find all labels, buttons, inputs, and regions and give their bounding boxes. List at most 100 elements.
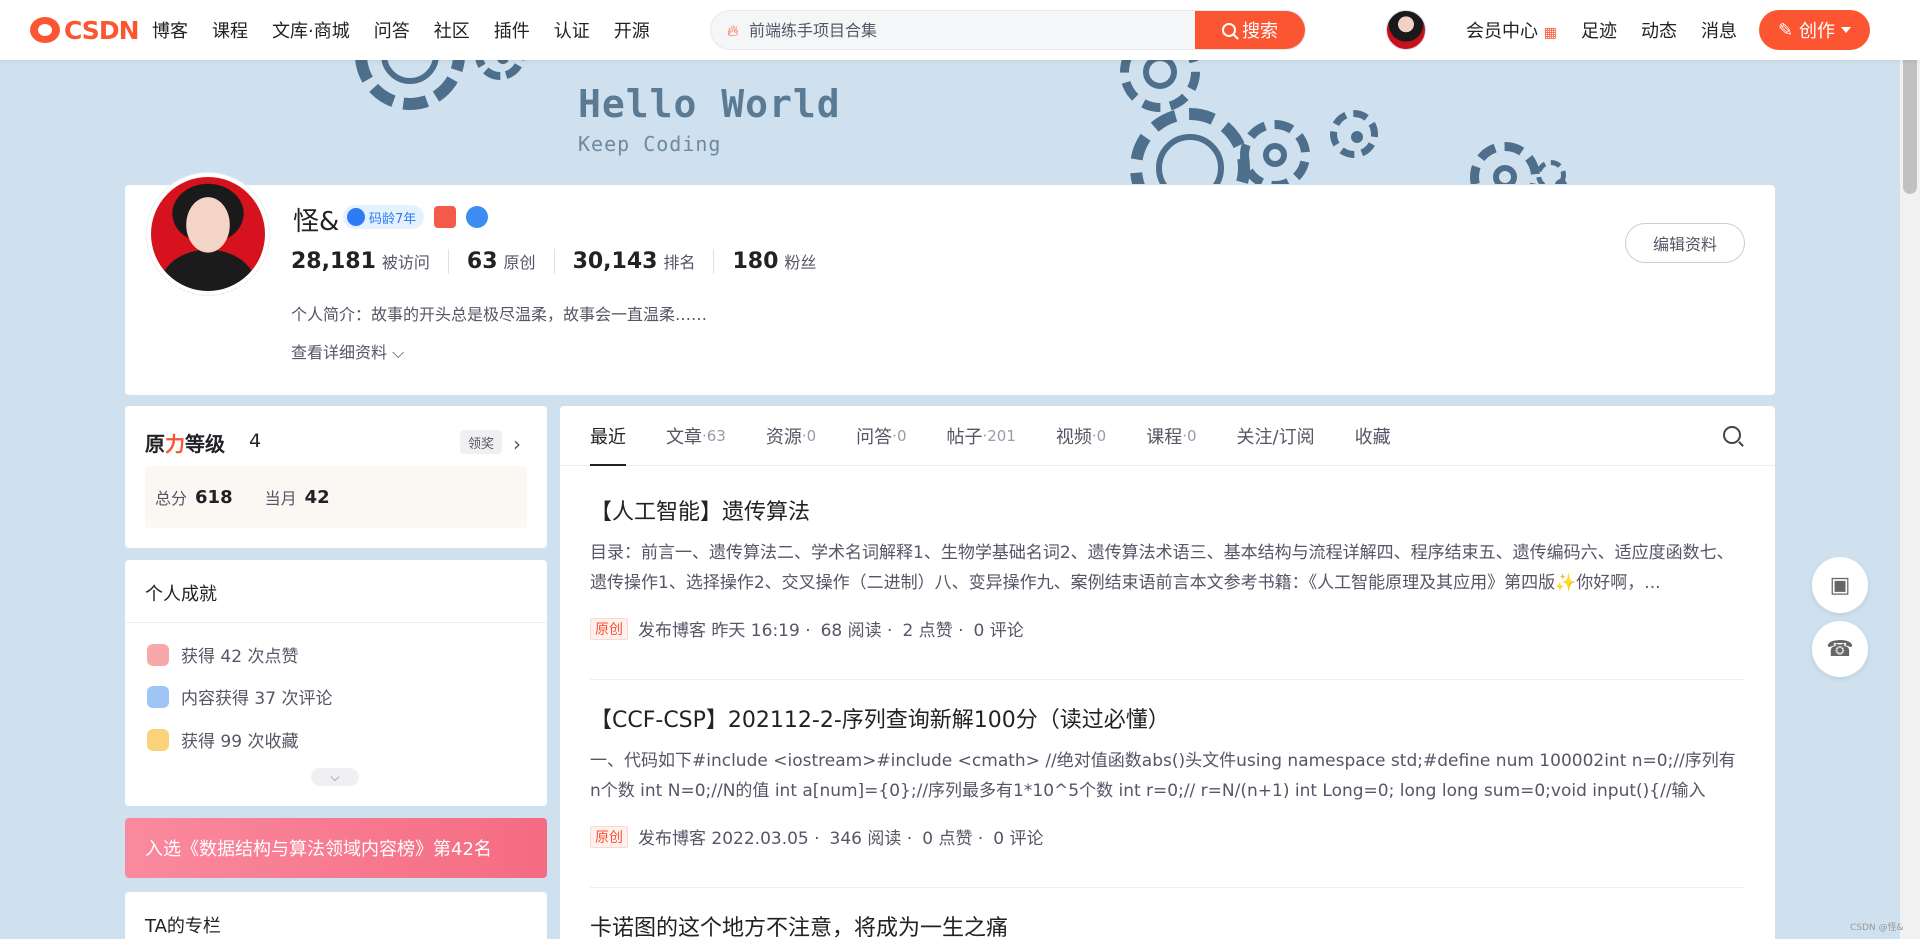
search-button-label: 搜索 [1242, 21, 1278, 42]
stat-label: 排名 [663, 253, 696, 272]
nav-item-courses[interactable]: 课程 [212, 17, 248, 43]
gear-decoration-icon [475, 60, 525, 80]
tab-posts[interactable]: 帖子 ·201 [946, 406, 1015, 466]
footprint-link[interactable]: 足迹 [1581, 17, 1617, 43]
expand-more-button[interactable]: ⌵ [311, 768, 359, 786]
tab-articles[interactable]: 文章 ·63 [666, 406, 726, 466]
tab-label: 最近 [590, 426, 626, 448]
search-icon [1222, 23, 1236, 37]
chevron-down-icon: ⌵ [330, 769, 340, 784]
create-button[interactable]: ✎ 创作 [1759, 10, 1870, 50]
search-icon[interactable] [1723, 426, 1741, 444]
main-nav: 博客 课程 文库·商城 问答 社区 插件 认证 开源 [152, 0, 674, 60]
nav-item-plugins[interactable]: 插件 [494, 17, 530, 43]
post-item[interactable]: 卡诺图的这个地方不注意，将成为一生之痛 [590, 910, 1745, 939]
stat-visits: 28,181 被访问 [291, 249, 448, 274]
nav-item-community[interactable]: 社区 [434, 17, 470, 43]
original-tag: 原创 [590, 825, 628, 848]
edit-profile-button[interactable]: 编辑资料 [1625, 223, 1745, 263]
column-card: TA的专栏 [125, 892, 547, 939]
tab-courses[interactable]: 课程 ·0 [1146, 406, 1196, 466]
search-button[interactable]: 搜索 [1195, 11, 1305, 49]
post-likes: 0 点赞 · [922, 829, 984, 849]
gear-decoration-icon [355, 60, 465, 110]
nav-item-qa[interactable]: 问答 [374, 17, 410, 43]
stat-rank: 30,143 排名 [553, 249, 714, 274]
code-icon [347, 208, 365, 226]
tab-videos[interactable]: 视频 ·0 [1056, 406, 1106, 466]
stat-original: 63 原创 [447, 249, 554, 274]
tab-count: ·0 [801, 426, 817, 445]
customer-service-icon[interactable]: ☎︎ [1812, 621, 1868, 677]
tab-following[interactable]: 关注/订阅 [1237, 406, 1315, 466]
user-avatar[interactable] [1386, 10, 1426, 50]
post-description: 一、代码如下#include <iostream>#include <cmath… [590, 751, 1736, 801]
code-age-badge[interactable]: 码龄7年 [343, 205, 425, 229]
post-reads: 68 阅读 · [820, 621, 893, 641]
creator-badge-icon[interactable] [434, 206, 457, 228]
member-center-link[interactable]: 会员中心 ▦ [1466, 17, 1557, 43]
search-input[interactable] [749, 11, 1169, 49]
qr-code-icon[interactable]: ▣ [1812, 557, 1868, 613]
code-age-label: 码龄7年 [369, 211, 417, 227]
stat-fans[interactable]: 180 粉丝 [713, 249, 834, 274]
original-tag: 原创 [590, 617, 628, 640]
month-score-label: 当月 [264, 489, 297, 508]
activity-link[interactable]: 动态 [1641, 17, 1677, 43]
post-reads: 346 阅读 · [829, 829, 913, 849]
chevron-down-icon [1841, 27, 1852, 33]
view-details-label: 查看详细资料 [291, 343, 388, 362]
month-score-value: 42 [304, 486, 330, 508]
tab-label: 帖子 [946, 426, 983, 448]
like-badge-icon [147, 643, 169, 666]
tab-recent[interactable]: 最近 [590, 406, 626, 466]
tab-favorites[interactable]: 收藏 [1355, 406, 1391, 466]
post-item[interactable]: 【CCF-CSP】202112-2-序列查询新解100分（读过必懂） 一、代码如… [590, 702, 1745, 888]
post-likes: 2 点赞 · [902, 621, 964, 641]
column-title: TA的专栏 [145, 916, 221, 937]
gear-decoration-icon [1130, 108, 1250, 184]
level-title-part: 力 [165, 432, 185, 456]
tab-count: ·0 [892, 426, 907, 445]
achievements-title: 个人成就 [145, 584, 217, 605]
nav-item-opensource[interactable]: 开源 [614, 17, 650, 43]
achievement-text: 获得 42 次点赞 [181, 647, 299, 667]
chevron-right-icon[interactable]: › [513, 432, 521, 456]
post-title[interactable]: 卡诺图的这个地方不注意，将成为一生之痛 [590, 910, 1008, 939]
messages-link[interactable]: 消息 [1701, 17, 1737, 43]
gift-icon: ▦ [1543, 25, 1557, 41]
post-item[interactable]: 【人工智能】遗传算法 目录：前言一、遗传算法二、学术名词解释1、生物学基础名词2… [590, 494, 1745, 680]
post-title[interactable]: 【人工智能】遗传算法 [590, 494, 810, 526]
stat-label: 原创 [503, 253, 536, 272]
profile-bio: 个人简介：故事的开头总是极尽温柔，故事会一直温柔…… [291, 305, 708, 324]
post-published: 发布博客 2022.03.05 · [638, 829, 820, 849]
achievements-card: 个人成就 获得 42 次点赞 内容获得 37 次评论 获得 99 次收藏 ⌵ [125, 560, 547, 806]
post-title[interactable]: 【CCF-CSP】202112-2-序列查询新解100分（读过必懂） [590, 702, 1170, 734]
view-details-link[interactable]: 查看详细资料 ⌵ [291, 339, 404, 363]
tab-resources[interactable]: 资源 ·0 [766, 406, 816, 466]
post-meta: 原创 发布博客 2022.03.05 · 346 阅读 · 0 点赞 · 0 评… [590, 824, 1043, 849]
post-description: 目录：前言一、遗传算法二、学术名词解释1、生物学基础名词2、遗传算法术语三、基本… [590, 543, 1734, 593]
claim-reward-button[interactable]: 领奖 [460, 430, 503, 454]
ranking-banner[interactable]: 入选《数据结构与算法领域内容榜》第42名 [125, 818, 547, 878]
user-links: 会员中心 ▦ 足迹 动态 消息 [1466, 0, 1761, 60]
nav-item-certification[interactable]: 认证 [554, 17, 590, 43]
post-published: 发布博客 昨天 16:19 · [638, 621, 811, 641]
tab-label: 收藏 [1354, 426, 1391, 448]
tab-label: 视频 [1055, 426, 1092, 448]
create-label: 创作 [1799, 21, 1836, 42]
tab-label: 课程 [1146, 426, 1183, 448]
nav-item-library[interactable]: 文库·商城 [272, 17, 350, 43]
tab-count: ·0 [1091, 426, 1107, 445]
nav-item-blog[interactable]: 博客 [152, 17, 188, 43]
tab-count: ·201 [982, 426, 1016, 445]
search-box: 🔥︎ 搜索 [710, 10, 1306, 50]
profile-avatar[interactable] [147, 173, 269, 295]
stat-number: 180 [732, 249, 779, 274]
csdn-logo[interactable]: CSDN [30, 14, 139, 46]
tab-label: 问答 [856, 426, 893, 448]
achievement-text: 获得 99 次收藏 [181, 732, 299, 752]
top-navbar: CSDN 博客 课程 文库·商城 问答 社区 插件 认证 开源 🔥︎ 搜索 会员… [0, 0, 1920, 60]
tab-label: 资源 [765, 426, 802, 448]
tab-qa[interactable]: 问答 ·0 [856, 406, 906, 466]
